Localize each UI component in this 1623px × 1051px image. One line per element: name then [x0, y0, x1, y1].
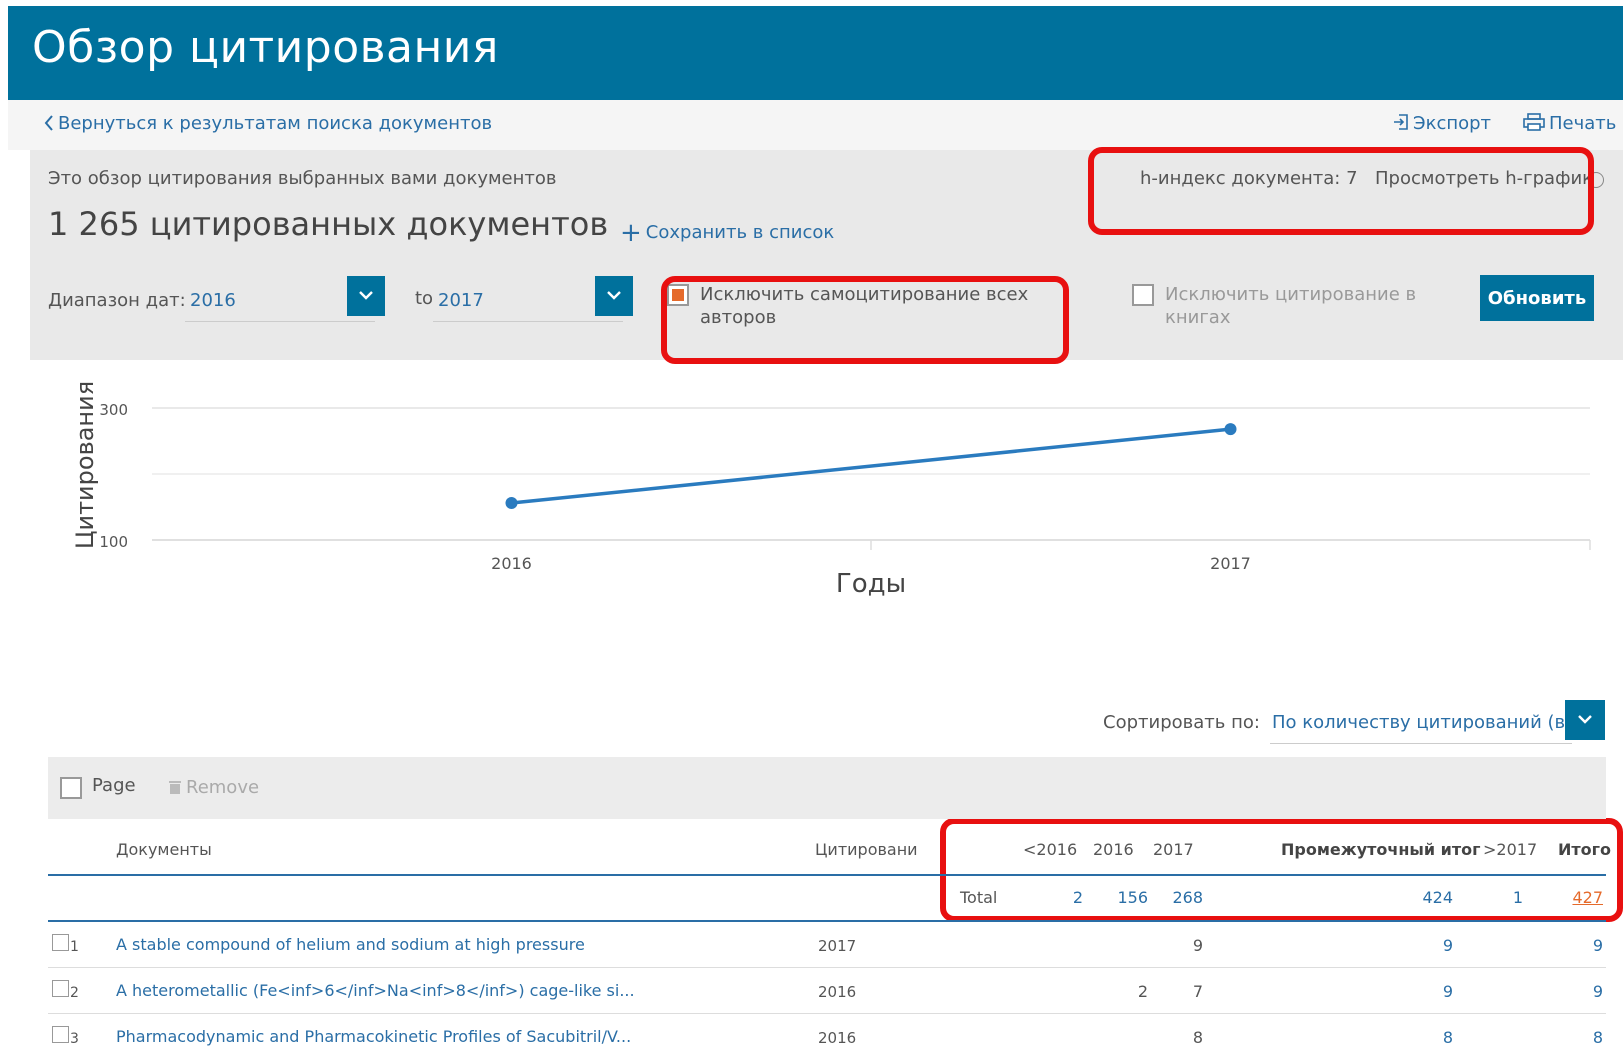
row-checkbox[interactable]	[52, 980, 69, 997]
cites-2016: 2	[1137, 982, 1148, 1001]
cited-documents-count: 1 265 цитированных документов	[48, 205, 609, 243]
remove-button[interactable]: Remove	[168, 777, 259, 800]
row-total[interactable]: 8	[1563, 1028, 1603, 1047]
chart-series: 2016 2017	[491, 423, 1251, 573]
table-row: 3 Pharmacodynamic and Pharmacokinetic Pr…	[48, 1014, 1606, 1051]
export-button[interactable]: Экспорт	[1393, 113, 1491, 136]
total-2017[interactable]: 268	[1163, 888, 1203, 907]
total-subtotal[interactable]: 424	[1413, 888, 1453, 907]
save-to-list-button[interactable]: + Сохранить в список	[620, 218, 834, 248]
column-header-2017: 2017	[1153, 840, 1194, 859]
print-label: Печать	[1549, 113, 1617, 134]
row-number: 2	[70, 985, 79, 1001]
column-header-cited[interactable]: Цитировани	[815, 840, 918, 859]
date-range-label: Диапазон дат:	[48, 290, 186, 311]
chevron-down-icon	[1578, 715, 1592, 724]
row-number: 3	[70, 1031, 79, 1047]
row-subtotal[interactable]: 9	[1413, 936, 1453, 955]
export-icon	[1393, 113, 1409, 136]
document-title-link[interactable]: A heterometallic (Fe<inf>6</inf>Na<inf>8…	[116, 981, 635, 1000]
document-title-link[interactable]: A stable compound of helium and sodium a…	[116, 935, 585, 954]
info-icon[interactable]	[1588, 172, 1604, 188]
chevron-down-icon	[607, 291, 621, 300]
total-before-2016[interactable]: 2	[1063, 888, 1083, 907]
y-tick-label: 300	[99, 401, 128, 419]
overview-intro: Это обзор цитирования выбранных вами док…	[48, 168, 557, 189]
data-point[interactable]	[1224, 423, 1237, 436]
remove-label: Remove	[186, 777, 260, 798]
sort-dropdown-button[interactable]	[1565, 700, 1605, 740]
document-title-link[interactable]: Pharmacodynamic and Pharmacokinetic Prof…	[116, 1027, 631, 1046]
row-checkbox[interactable]	[52, 934, 69, 951]
x-axis-label: Годы	[836, 569, 906, 599]
chevron-left-icon	[44, 115, 54, 136]
date-from-value: 2016	[190, 290, 236, 311]
x-tick-label: 2016	[491, 554, 532, 573]
page-title: Обзор цитирования	[32, 22, 499, 73]
plus-icon: +	[620, 218, 642, 248]
save-to-list-label: Сохранить в список	[645, 222, 835, 243]
document-year: 2016	[818, 1029, 857, 1047]
row-subtotal[interactable]: 9	[1413, 982, 1453, 1001]
table-row: 2 A heterometallic (Fe<inf>6</inf>Na<inf…	[48, 968, 1606, 1014]
sort-by-label: Сортировать по:	[1103, 712, 1260, 733]
document-year: 2017	[818, 937, 857, 955]
y-axis-label: Цитирования	[71, 381, 99, 549]
row-number: 1	[70, 939, 79, 955]
column-header-total: Итого	[1558, 840, 1612, 859]
summary-panel: Это обзор цитирования выбранных вами док…	[30, 150, 1623, 360]
row-total[interactable]: 9	[1563, 936, 1603, 955]
select-page-label: Page	[92, 775, 136, 796]
select-page-checkbox[interactable]	[60, 777, 82, 799]
cites-2017: 9	[1192, 936, 1203, 955]
back-link-label: Вернуться к результатам поиска документо…	[58, 113, 493, 134]
sort-value: По количеству цитирований (в...	[1272, 712, 1583, 733]
column-header-after-2017: >2017	[1483, 840, 1538, 859]
column-header-2016: 2016	[1093, 840, 1134, 859]
total-2016[interactable]: 156	[1108, 888, 1148, 907]
back-to-results-link[interactable]: Вернуться к результатам поиска документо…	[44, 113, 492, 136]
column-header-documents[interactable]: Документы	[116, 840, 212, 859]
trash-icon	[168, 779, 182, 800]
total-row-label: Total	[960, 888, 998, 907]
table-toolbar: Page Remove	[48, 757, 1606, 819]
total-after-2017[interactable]: 1	[1503, 888, 1523, 907]
x-tick-label: 2017	[1210, 554, 1251, 573]
date-to-dropdown-button[interactable]	[595, 276, 633, 316]
exclude-book-citations-label: Исключить цитирование в книгах	[1165, 284, 1417, 328]
date-to-label: to	[415, 288, 434, 309]
row-total[interactable]: 9	[1563, 982, 1603, 1001]
total-row: Total 2 156 268 424 1 427	[48, 876, 1606, 920]
printer-icon	[1523, 113, 1545, 136]
page-header: Обзор цитирования	[8, 6, 1623, 100]
series-line	[511, 427, 1231, 505]
y-tick-label: 100	[99, 533, 128, 551]
row-checkbox[interactable]	[52, 1026, 69, 1043]
column-header-before-2016: <2016	[1023, 840, 1078, 859]
print-button[interactable]: Печать	[1523, 113, 1616, 136]
grand-total[interactable]: 427	[1563, 888, 1603, 907]
exclude-self-citations-label: Исключить самоцитирование всех авторов	[700, 284, 1029, 328]
export-label: Экспорт	[1413, 113, 1492, 134]
row-subtotal[interactable]: 8	[1413, 1028, 1453, 1047]
exclude-book-citations-checkbox[interactable]	[1132, 284, 1154, 306]
cites-2017: 7	[1192, 982, 1203, 1001]
chevron-down-icon	[359, 291, 373, 300]
h-index-value: h-индекс документа: 7	[1140, 168, 1358, 189]
top-nav: Вернуться к результатам поиска документо…	[8, 100, 1623, 150]
date-to-value: 2017	[438, 290, 484, 311]
view-h-graph-link[interactable]: Просмотреть h-график	[1375, 168, 1593, 189]
citations-line-chart: 300 100 Цитирования Годы 2016 2017	[71, 381, 1591, 599]
date-from-dropdown-button[interactable]	[347, 276, 385, 316]
document-year: 2016	[818, 983, 857, 1001]
cites-2017: 8	[1192, 1028, 1203, 1047]
table-row: 1 A stable compound of helium and sodium…	[48, 922, 1606, 968]
data-point[interactable]	[505, 497, 518, 510]
refresh-button[interactable]: Обновить	[1480, 275, 1594, 321]
sort-select[interactable]: По количеству цитирований (в...	[1270, 700, 1582, 744]
exclude-self-citations-checkbox[interactable]	[667, 284, 689, 306]
column-header-subtotal: Промежуточный итог	[1281, 840, 1481, 859]
